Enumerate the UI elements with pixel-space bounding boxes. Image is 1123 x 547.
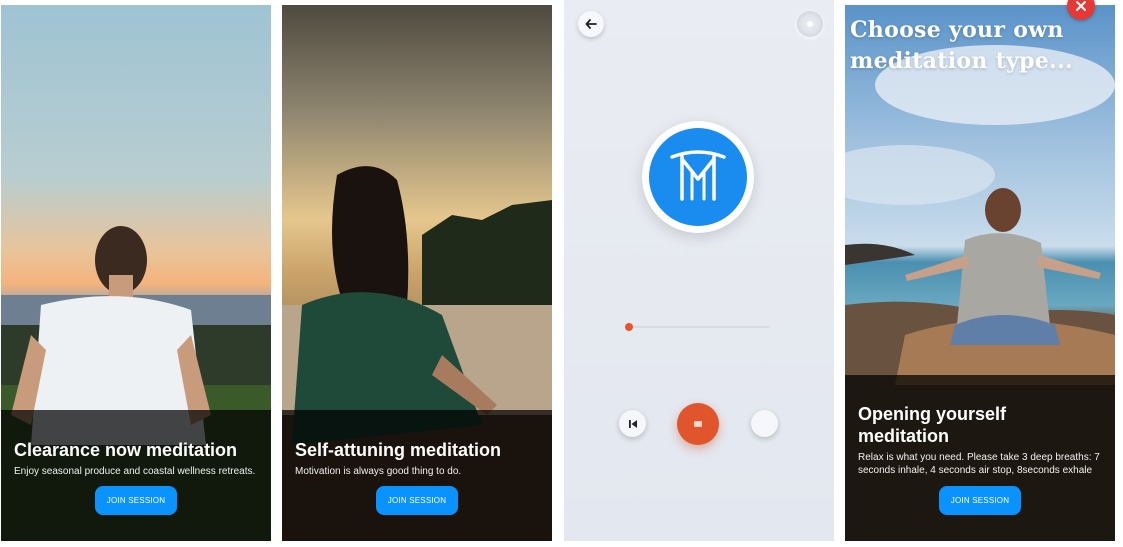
dot-icon bbox=[807, 21, 813, 27]
arrow-left-icon bbox=[585, 19, 597, 29]
session-card: Self-attuning meditation Motivation is a… bbox=[282, 410, 552, 541]
close-icon bbox=[1076, 1, 1086, 11]
stop-button[interactable] bbox=[677, 403, 719, 445]
join-session-button[interactable]: JOIN SESSION bbox=[376, 486, 458, 515]
session-description: Relax is what you need. Please take 3 de… bbox=[858, 452, 1100, 476]
meditation-m-logo bbox=[670, 150, 726, 201]
session-description: Enjoy seasonal produce and coastal welln… bbox=[14, 466, 256, 477]
session-card: Opening yourself meditation Relax is wha… bbox=[845, 375, 1115, 541]
session-title: Clearance now meditation bbox=[14, 440, 238, 460]
next-button[interactable] bbox=[751, 410, 778, 437]
session-title: Self-attuning meditation bbox=[295, 440, 501, 460]
meditation-card-opening-yourself[interactable]: Choose your own meditation type... Openi… bbox=[845, 5, 1115, 541]
progress-track[interactable] bbox=[624, 323, 770, 331]
back-button[interactable] bbox=[578, 11, 604, 37]
player-screen bbox=[564, 0, 834, 541]
meditation-logo bbox=[642, 121, 754, 233]
meditation-card-self-attuning[interactable]: Self-attuning meditation Motivation is a… bbox=[282, 5, 552, 541]
join-session-button[interactable]: JOIN SESSION bbox=[939, 486, 1021, 515]
previous-button[interactable] bbox=[619, 410, 646, 437]
session-title: Opening yourself meditation bbox=[858, 404, 1007, 446]
menu-button[interactable] bbox=[797, 11, 823, 37]
session-description: Motivation is always good thing to do. bbox=[295, 466, 462, 477]
session-card: Clearance now meditation Enjoy seasonal … bbox=[1, 410, 271, 541]
progress-handle[interactable] bbox=[624, 323, 633, 331]
choose-heading: Choose your own meditation type... bbox=[850, 17, 1073, 74]
meditation-card-clearance[interactable]: Clearance now meditation Enjoy seasonal … bbox=[1, 5, 271, 541]
skip-previous-icon bbox=[628, 419, 637, 428]
join-session-button[interactable]: JOIN SESSION bbox=[95, 486, 177, 515]
stop-icon bbox=[694, 421, 702, 427]
